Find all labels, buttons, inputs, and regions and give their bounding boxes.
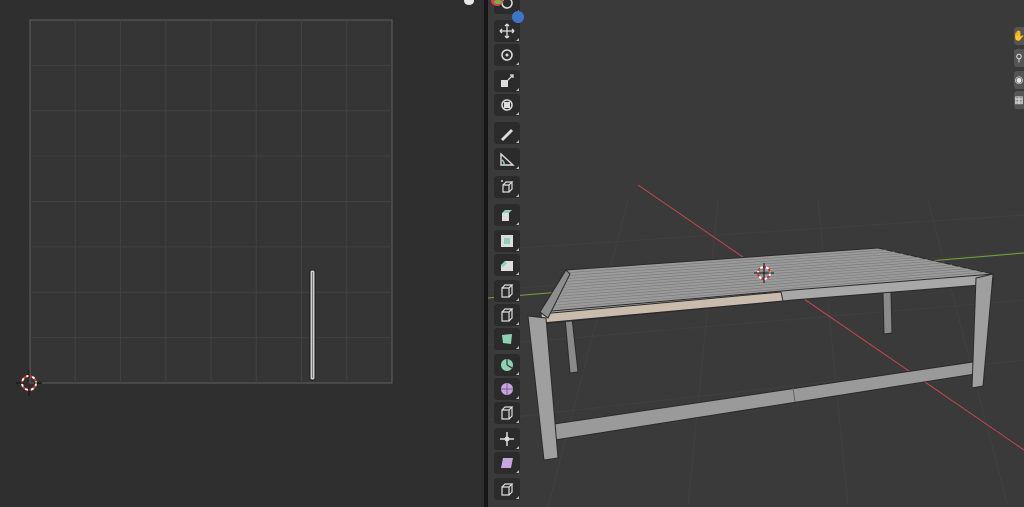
tool-poly-build[interactable] bbox=[494, 328, 520, 350]
tool-expand-corner bbox=[516, 346, 519, 349]
tool-expand-corner bbox=[516, 62, 519, 65]
tool-spin[interactable] bbox=[494, 354, 520, 376]
inset-icon bbox=[501, 235, 513, 247]
tool-expand-corner bbox=[516, 272, 519, 275]
magnifier-icon[interactable]: ⚲ bbox=[1014, 49, 1024, 67]
extrude-icon bbox=[502, 210, 512, 221]
tool-expand-corner bbox=[516, 112, 519, 115]
gizmo-y-axis-icon[interactable] bbox=[494, 0, 502, 4]
move-icon bbox=[499, 23, 515, 39]
tool-expand-corner bbox=[516, 248, 519, 251]
tool-bevel[interactable] bbox=[494, 254, 520, 276]
tool-expand-corner bbox=[516, 420, 519, 423]
tool-expand-corner bbox=[516, 222, 519, 225]
tool-expand-corner bbox=[516, 396, 519, 399]
tool-inset[interactable] bbox=[494, 230, 520, 252]
tool-edge-slide[interactable] bbox=[494, 402, 520, 424]
annotate-icon bbox=[501, 129, 513, 141]
tool-scale[interactable] bbox=[494, 70, 520, 92]
3d-viewport[interactable]: ✋ ⚲ ◉ ▦ bbox=[488, 0, 1024, 507]
tool-expand-corner bbox=[516, 322, 519, 325]
tool-shrink-fatten[interactable] bbox=[494, 428, 520, 450]
tool-expand-corner bbox=[516, 446, 519, 449]
uv-grid bbox=[29, 19, 393, 384]
tool-annotate[interactable] bbox=[494, 122, 520, 144]
tool-measure[interactable] bbox=[494, 148, 520, 170]
tool-rotate[interactable] bbox=[494, 44, 520, 66]
tool-shear[interactable] bbox=[494, 452, 520, 474]
uv-canvas[interactable] bbox=[0, 0, 484, 507]
tool-knife[interactable] bbox=[494, 304, 520, 326]
add-cube-icon bbox=[501, 180, 514, 193]
tool-expand-corner bbox=[516, 470, 519, 473]
spin-icon bbox=[501, 359, 513, 371]
rotate-icon bbox=[501, 49, 513, 61]
gizmo-z-axis-icon[interactable] bbox=[512, 11, 524, 23]
measure-icon bbox=[500, 152, 515, 166]
hand-icon[interactable]: ✋ bbox=[1014, 27, 1024, 45]
scale-icon bbox=[501, 74, 514, 87]
tool-expand-corner bbox=[516, 298, 519, 301]
uv-editor[interactable] bbox=[0, 0, 484, 507]
knife-icon bbox=[501, 308, 514, 322]
table-wireframe[interactable] bbox=[527, 247, 994, 461]
edge-slide-icon bbox=[501, 406, 514, 420]
smooth-icon bbox=[501, 383, 513, 395]
transform-icon bbox=[501, 99, 513, 111]
tool-smooth[interactable] bbox=[494, 378, 520, 400]
tool-expand-corner bbox=[516, 496, 519, 499]
tool-expand-corner bbox=[516, 38, 519, 41]
uv-island-strip[interactable] bbox=[309, 269, 316, 381]
loop-cut-icon bbox=[501, 284, 514, 298]
tool-expand-corner bbox=[516, 88, 519, 91]
tool-rip[interactable] bbox=[494, 478, 520, 500]
tool-expand-corner bbox=[516, 372, 519, 375]
tool-add-cube[interactable] bbox=[494, 176, 520, 198]
tool-expand-corner bbox=[516, 166, 519, 169]
camera-icon[interactable]: ◉ bbox=[1014, 71, 1024, 89]
shear-icon bbox=[501, 458, 513, 468]
rip-icon bbox=[501, 483, 514, 496]
tool-expand-corner bbox=[516, 140, 519, 143]
tool-expand-corner bbox=[516, 194, 519, 197]
tool-transform[interactable] bbox=[494, 94, 520, 116]
bevel-icon bbox=[501, 261, 513, 271]
tool-loop-cut[interactable] bbox=[494, 280, 520, 302]
tool-move[interactable] bbox=[494, 20, 520, 42]
grid-icon[interactable]: ▦ bbox=[1014, 91, 1024, 109]
tool-extrude[interactable] bbox=[494, 204, 520, 226]
blender-window: ✋ ⚲ ◉ ▦ bbox=[0, 0, 1024, 507]
viewport-canvas[interactable] bbox=[488, 0, 1024, 507]
poly-build-icon bbox=[502, 334, 512, 344]
shrink-fatten-icon bbox=[500, 432, 514, 446]
